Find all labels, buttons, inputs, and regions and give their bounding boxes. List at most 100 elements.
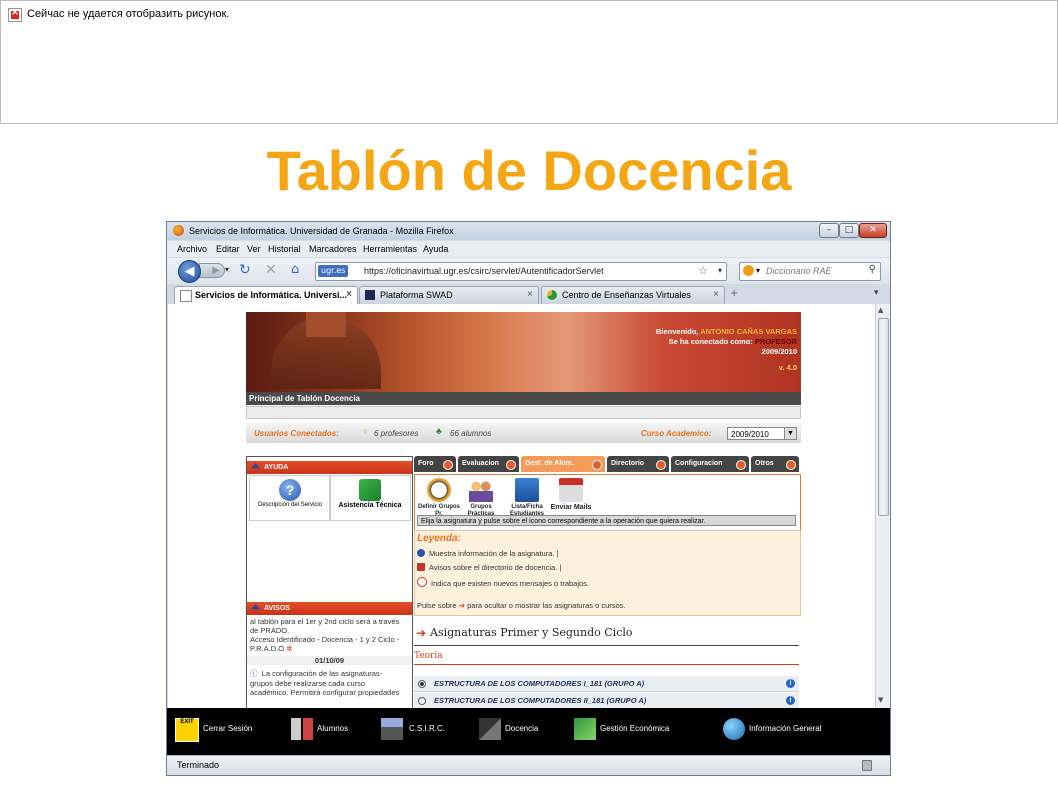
bookmark-star-icon[interactable]: ☆ — [698, 264, 708, 277]
economic-management-button[interactable]: Gestión Económica — [574, 708, 684, 755]
home-icon[interactable]: ⌂ — [291, 262, 299, 277]
info-icon — [417, 549, 425, 557]
reload-icon[interactable]: ↻ — [239, 262, 251, 278]
directory-notice-icon — [417, 563, 425, 571]
search-icon[interactable]: ⚲ — [869, 264, 876, 275]
logout-button[interactable]: EXIT Cerrar Sesión — [175, 708, 265, 755]
tab-close-icon[interactable] — [656, 460, 666, 470]
general-info-icon — [723, 718, 745, 740]
csirc-menu-button[interactable]: C.S.I.R.C. — [381, 708, 461, 755]
technical-assistance-icon — [359, 479, 381, 501]
url-bar[interactable]: ugr.es https://oficinavirtual.ugr.es/csi… — [315, 262, 727, 281]
url-dropdown-icon[interactable]: ▾ — [718, 266, 722, 275]
site-identity-badge[interactable]: ugr.es — [318, 265, 349, 277]
history-dropdown-icon[interactable]: ▾ — [225, 265, 229, 274]
bottom-menu-bar: EXIT Cerrar Sesión Alumnos C.S.I.R.C. Do… — [167, 708, 890, 755]
search-engine-icon[interactable] — [743, 265, 754, 276]
vertical-scrollbar[interactable]: ▲ ▼ — [875, 304, 890, 708]
new-tab-icon[interactable]: + — [730, 288, 738, 299]
info-strip — [246, 406, 801, 419]
practice-groups-button[interactable]: Grupos Prácticas — [459, 478, 503, 518]
select-arrow-icon[interactable]: ▼ — [784, 428, 796, 439]
general-info-button[interactable]: Información General — [723, 708, 843, 755]
clock-icon — [427, 478, 451, 502]
info-icon[interactable]: i — [786, 696, 795, 705]
student-list-button[interactable]: Lista/Ficha Estudiantes — [505, 478, 549, 518]
module-tabs: Foro Evaluacion Gest. de Alum. Directori… — [414, 456, 801, 473]
header-banner: Bienvenido, ANTONIO CAÑAS VARGAS Se ha c… — [246, 312, 801, 392]
money-icon — [574, 718, 596, 740]
banner-user-info: Bienvenido, ANTONIO CAÑAS VARGAS Se ha c… — [655, 327, 797, 372]
collapse-arrow-icon[interactable]: ➔ — [416, 626, 426, 640]
tab-close-icon[interactable] — [506, 460, 516, 470]
tab-gest-alum[interactable]: Gest. de Alum. — [521, 456, 605, 472]
prado-link-icon[interactable]: ✲ — [286, 644, 292, 653]
menu-archivo[interactable]: Archivo — [177, 244, 207, 254]
back-button[interactable]: ◀ — [178, 260, 201, 283]
tab-close-icon[interactable] — [736, 460, 746, 470]
operations-box: Definir Grupos Pr. Grupos Prácticas List… — [414, 474, 801, 531]
help-assistance-button[interactable]: Asistencia Técnica — [329, 475, 411, 521]
subject-row[interactable]: ESTRUCTURA DE LOS COMPUTADORES II_181 (G… — [414, 693, 799, 708]
menu-ver[interactable]: Ver — [247, 244, 261, 254]
legend-toggle-row: Pulse sobre ➔ para ocultar o mostrar las… — [417, 601, 626, 610]
scroll-thumb[interactable] — [878, 318, 889, 516]
tab-configuracion[interactable]: Configuracion — [671, 456, 749, 472]
divider — [414, 645, 799, 646]
teaching-menu-button[interactable]: Docencia — [479, 708, 559, 755]
legend-directory-row: Avisos sobre el directorio de docencia. … — [417, 563, 561, 572]
cev-icon — [547, 290, 557, 300]
swad-icon — [365, 290, 375, 300]
tab-directorio[interactable]: Directorio — [607, 456, 669, 472]
search-input[interactable]: Diccionario RAE — [766, 266, 832, 276]
tab-servicios-informatica[interactable]: Servicios de Informática. Universi... × — [174, 286, 358, 304]
url-text[interactable]: https://oficinavirtual.ugr.es/csirc/serv… — [364, 266, 604, 276]
students-menu-button[interactable]: Alumnos — [291, 708, 371, 755]
aviso-date: 01/10/09 — [247, 656, 412, 665]
subject-radio[interactable] — [418, 680, 426, 688]
tab-plataforma-swad[interactable]: Plataforma SWAD × — [359, 286, 539, 304]
search-bar[interactable]: ▾ Diccionario RAE ⚲ — [739, 262, 881, 281]
close-tab-icon[interactable]: × — [346, 289, 352, 300]
legend-title: Leyenda: — [417, 533, 461, 544]
minimize-button[interactable]: – — [819, 223, 839, 238]
tab-evaluacion[interactable]: Evaluacion — [458, 456, 519, 472]
define-groups-button[interactable]: Definir Grupos Pr. — [417, 478, 461, 518]
menu-marcadores[interactable]: Marcadores — [309, 244, 357, 254]
tab-close-icon[interactable] — [592, 460, 602, 470]
search-engine-dropdown-icon[interactable]: ▾ — [756, 266, 760, 275]
close-tab-icon[interactable]: × — [713, 289, 719, 300]
tab-centro-ensenanzas[interactable]: Centro de Enseñanzas Virtuales × — [541, 286, 725, 304]
forward-button[interactable]: ▶ — [199, 263, 225, 278]
mailbox-icon — [559, 478, 583, 502]
subject-radio[interactable] — [418, 697, 426, 705]
students-count: 66 alumnos — [450, 429, 492, 438]
maximize-button[interactable]: □ — [839, 223, 859, 238]
info-icon[interactable]: i — [786, 679, 795, 688]
menu-herramientas[interactable]: Herramientas — [363, 244, 417, 254]
close-window-button[interactable]: ✕ — [859, 223, 887, 238]
subject-row[interactable]: ESTRUCTURA DE LOS COMPUTADORES I_181 (GR… — [414, 676, 799, 692]
scroll-down-icon[interactable]: ▼ — [878, 696, 883, 704]
stop-icon[interactable]: ✕ — [265, 262, 277, 278]
menu-ayuda[interactable]: Ayuda — [423, 244, 448, 254]
help-description-button[interactable]: ? Descripción del Servicio — [249, 475, 331, 521]
scroll-up-icon[interactable]: ▲ — [878, 306, 883, 314]
send-mails-button[interactable]: Enviar Mails — [549, 478, 593, 511]
tab-foro[interactable]: Foro — [414, 456, 456, 472]
question-mark-icon: ? — [279, 479, 301, 501]
course-select[interactable]: 2009/2010 ▼ — [727, 427, 797, 440]
toggle-arrow-icon[interactable]: ➔ — [459, 601, 465, 610]
close-tab-icon[interactable]: × — [527, 289, 533, 300]
tab-close-icon[interactable] — [443, 460, 453, 470]
tab-list-icon[interactable]: ▾ — [874, 288, 879, 298]
menu-historial[interactable]: Historial — [268, 244, 301, 254]
group-icon — [469, 478, 493, 502]
tab-close-icon[interactable] — [786, 460, 796, 470]
browser-window: Servicios de Informática. Universidad de… — [166, 221, 891, 776]
avisos-header: AVISOS — [247, 602, 412, 615]
broken-image-icon: × — [8, 7, 22, 22]
tab-otros[interactable]: Otros — [751, 456, 799, 472]
menu-editar[interactable]: Editar — [216, 244, 240, 254]
status-bar: Terminado — [167, 755, 890, 775]
